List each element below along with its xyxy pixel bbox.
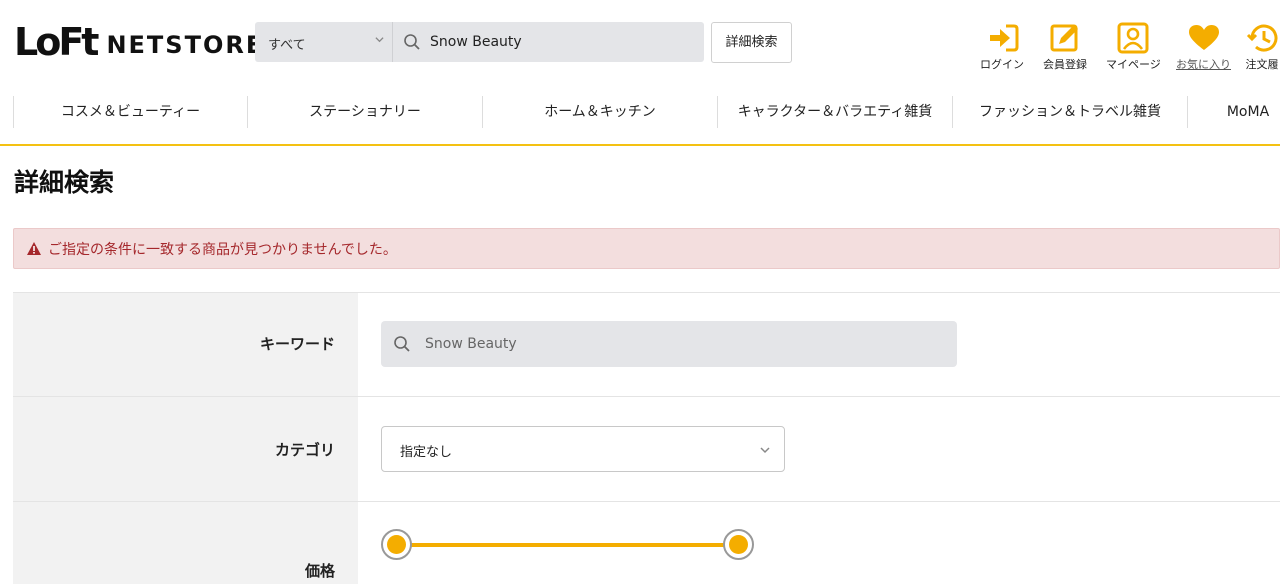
- logo-text: NETSTORE: [106, 31, 265, 59]
- nav-item-stationery[interactable]: ステーショナリー: [248, 90, 482, 134]
- site-header: LoFt NETSTORE すべて Snow Beauty 詳細検索 ログイン …: [0, 0, 1280, 90]
- register-icon: [1050, 24, 1078, 52]
- search-scope-value: すべて: [268, 38, 306, 53]
- keyword-input[interactable]: Snow Beauty: [381, 321, 957, 367]
- nav-item-cosme[interactable]: コスメ＆ビューティー: [14, 90, 247, 134]
- price-slider-min-handle[interactable]: [381, 529, 412, 560]
- login-link[interactable]: ログイン: [980, 22, 1024, 72]
- keyword-input-value: Snow Beauty: [425, 336, 517, 352]
- keyword-row: キーワード Snow Beauty: [13, 292, 1280, 396]
- favorites-label: お気に入り: [1176, 58, 1231, 71]
- order-history-label: 注文履: [1245, 58, 1279, 71]
- price-label: 価格: [304, 562, 335, 580]
- search-icon: [404, 34, 420, 50]
- nav-item-home-kitchen[interactable]: ホーム＆キッチン: [483, 90, 717, 134]
- advanced-search-button[interactable]: 詳細検索: [711, 22, 792, 63]
- nav-item-character-variety[interactable]: キャラクター＆バラエティ雑貨: [730, 90, 940, 134]
- search-icon: [394, 336, 410, 352]
- category-select[interactable]: 指定なし: [381, 426, 785, 472]
- site-logo[interactable]: LoFt NETSTORE: [14, 22, 264, 62]
- alert-message: ご指定の条件に一致する商品が見つかりませんでした。: [48, 241, 397, 258]
- search-box: すべて Snow Beauty: [255, 22, 704, 62]
- register-link[interactable]: 会員登録: [1043, 22, 1087, 72]
- keyword-label-cell: キーワード: [13, 293, 358, 396]
- category-row: カテゴリ 指定なし: [13, 396, 1280, 501]
- register-label: 会員登録: [1043, 58, 1087, 71]
- chevron-down-icon: [760, 447, 770, 454]
- login-label: ログイン: [980, 58, 1024, 71]
- search-scope-select[interactable]: すべて: [255, 22, 393, 62]
- category-nav: コスメ＆ビューティー ステーショナリー ホーム＆キッチン キャラクター＆バラエテ…: [0, 90, 1280, 146]
- login-icon: [990, 24, 1019, 52]
- nav-item-moma[interactable]: MoMA: [1188, 90, 1280, 134]
- mypage-label: マイページ: [1106, 58, 1161, 71]
- price-slider-track[interactable]: [385, 543, 742, 547]
- nav-divider: [717, 96, 718, 128]
- heart-icon: [1188, 25, 1219, 50]
- price-label-cell: 価格: [13, 502, 358, 584]
- warning-icon: [27, 242, 41, 255]
- search-input[interactable]: Snow Beauty: [393, 33, 522, 51]
- page-title: 詳細検索: [14, 168, 115, 197]
- mypage-icon: [1117, 22, 1149, 54]
- order-history-link[interactable]: 注文履: [1244, 22, 1280, 72]
- chevron-down-icon: [375, 37, 384, 43]
- mypage-link[interactable]: マイページ: [1106, 22, 1161, 72]
- history-icon: [1246, 24, 1278, 52]
- favorites-link[interactable]: お気に入り: [1176, 22, 1231, 72]
- category-select-value: 指定なし: [400, 445, 453, 460]
- category-label-cell: カテゴリ: [13, 397, 358, 501]
- category-label: カテゴリ: [274, 441, 335, 459]
- price-slider-max-handle[interactable]: [723, 529, 754, 560]
- keyword-label: キーワード: [259, 335, 335, 353]
- search-query-text: Snow Beauty: [430, 34, 522, 50]
- nav-item-fashion-travel[interactable]: ファッション＆トラベル雑貨: [953, 90, 1187, 134]
- logo-mark: LoFt: [14, 20, 99, 64]
- no-results-alert: ご指定の条件に一致する商品が見つかりませんでした。: [13, 228, 1280, 269]
